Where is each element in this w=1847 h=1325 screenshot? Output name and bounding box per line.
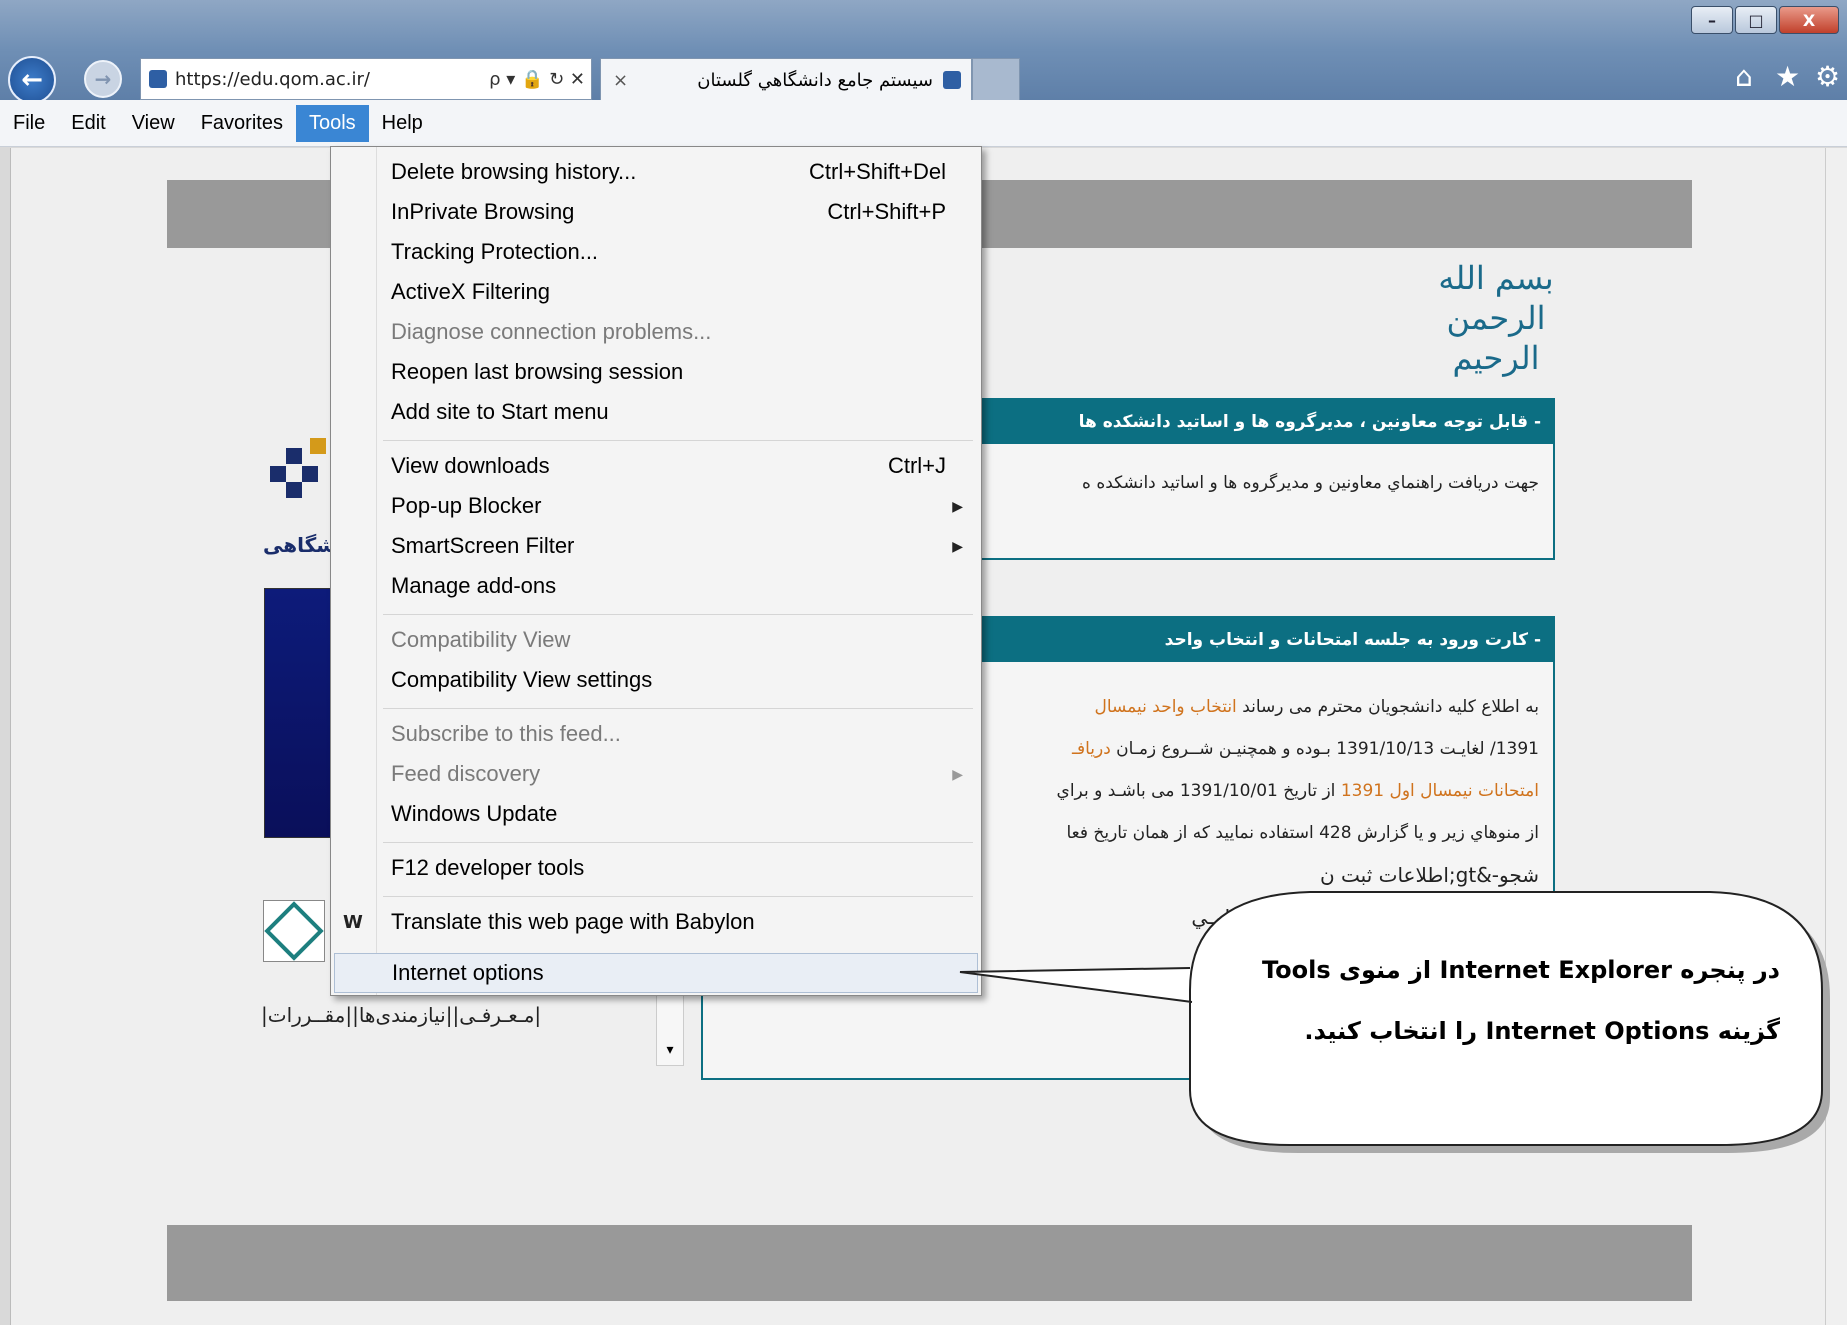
menu-separator xyxy=(383,440,973,441)
menu-separator xyxy=(383,614,973,615)
callout-text-line-2: گزینه Internet Options را انتخاب کنید. xyxy=(1304,1017,1780,1045)
line2-highlight[interactable]: دريافـ xyxy=(1072,739,1111,759)
menu-tools[interactable]: Tools xyxy=(295,104,369,142)
line2-text: 1391/ لغايـت 1391/10/13 بـوده و همچنيـن … xyxy=(1110,739,1539,759)
gear-icon[interactable]: ⚙ xyxy=(1815,60,1840,93)
menu-item-subscribe-feed: Subscribe to this feed... xyxy=(391,721,621,746)
submenu-arrow-icon: ▶ xyxy=(952,765,963,782)
line3-text: از تاريخ 1391/10/01 می باشـد و براي xyxy=(1056,781,1341,801)
forward-button[interactable]: → xyxy=(84,60,122,98)
favorites-star-icon[interactable]: ★ xyxy=(1775,60,1800,93)
menu-item-compatibility-settings[interactable]: Compatibility View settings xyxy=(331,661,981,699)
menu-bar: File Edit View Favorites Tools Help xyxy=(0,100,1847,147)
minimize-button[interactable]: – xyxy=(1691,6,1733,34)
menu-separator xyxy=(383,896,973,897)
menu-file[interactable]: File xyxy=(0,105,58,142)
close-window-button[interactable]: X xyxy=(1779,6,1839,34)
window-controls: – □ X xyxy=(1691,6,1839,34)
logo-text: شگاهی xyxy=(263,533,336,557)
menu-item-diagnose: Diagnose connection problems... xyxy=(391,319,712,344)
tab-active[interactable]: سيستم جامع دانشگاهي گلستان × xyxy=(600,58,972,101)
bismillah-calligraphy: بسم الله الرحمن الرحيم xyxy=(1438,259,1554,377)
menu-item-popup-blocker[interactable]: Pop-up Blocker ▶ xyxy=(331,487,981,525)
menu-item-add-start-menu[interactable]: Add site to Start menu xyxy=(331,393,981,431)
babylon-icon: W xyxy=(343,911,363,933)
menu-item-windows-update[interactable]: Windows Update xyxy=(331,795,981,833)
menu-help[interactable]: Help xyxy=(369,105,436,142)
menu-item-inprivate[interactable]: InPrivate Browsing Ctrl+Shift+P xyxy=(331,193,981,231)
new-tab-button[interactable] xyxy=(972,58,1020,101)
browser-titlebar: – □ X ← → https://edu.qom.ac.ir/ ρ ▾ 🔒 ↻… xyxy=(0,0,1847,104)
inner-scrollbar[interactable]: ▾ xyxy=(656,994,684,1066)
menu-item-view-downloads[interactable]: View downloads Ctrl+J xyxy=(331,447,981,485)
footer-band xyxy=(167,1225,1692,1301)
home-icon[interactable]: ⌂ xyxy=(1735,60,1753,93)
nav-links[interactable]: |مـعـرفـی||نیازمندی‌ها||مقــررات| xyxy=(261,1003,561,1027)
tab-favicon-icon xyxy=(943,71,961,89)
menu-item-smartscreen[interactable]: SmartScreen Filter ▶ xyxy=(331,527,981,565)
menu-item-feed-discovery: Feed discovery ▶ xyxy=(391,761,963,786)
address-url[interactable]: https://edu.qom.ac.ir/ xyxy=(175,69,489,90)
menu-separator xyxy=(383,842,973,843)
golestan-icon xyxy=(263,900,325,962)
callout-text-line-1: در پنجره Internet Explorer از منوی Tools xyxy=(1261,956,1780,984)
line3-highlight[interactable]: امتحانات نيمسال اول 1391 xyxy=(1341,781,1539,801)
menu-item-tracking-protection[interactable]: Tracking Protection... xyxy=(331,233,981,271)
back-button[interactable]: ← xyxy=(8,56,56,104)
back-arrow-icon: ← xyxy=(21,65,43,95)
tab-title: سيستم جامع دانشگاهي گلستان xyxy=(697,69,933,91)
line1-text: به اطلاع کليه دانشجويان محترم می رساند xyxy=(1236,697,1539,717)
tools-menu: Delete browsing history... Ctrl+Shift+Del… xyxy=(330,146,982,996)
tab-close-icon[interactable]: × xyxy=(613,70,628,91)
menu-item-compatibility-view: Compatibility View xyxy=(391,627,571,652)
menu-item-activex-filtering[interactable]: ActiveX Filtering xyxy=(331,273,981,311)
menu-edit[interactable]: Edit xyxy=(58,105,118,142)
line1-highlight[interactable]: انتخاب واحد نيمسال xyxy=(1094,697,1236,717)
menu-item-babylon-translate[interactable]: W Translate this web page with Babylon xyxy=(331,903,981,941)
page-scrollbar[interactable] xyxy=(1825,148,1847,1325)
site-favicon-icon xyxy=(149,70,167,88)
menu-view[interactable]: View xyxy=(119,105,188,142)
address-tools[interactable]: ρ ▾ 🔒 ↻ ✕ xyxy=(489,69,585,90)
address-bar[interactable]: https://edu.qom.ac.ir/ ρ ▾ 🔒 ↻ ✕ xyxy=(140,58,592,100)
forward-arrow-icon: → xyxy=(94,67,112,91)
menu-item-internet-options[interactable]: Internet options xyxy=(334,953,978,993)
menu-separator xyxy=(383,708,973,709)
menu-item-f12-tools[interactable]: F12 developer tools xyxy=(331,849,981,887)
university-logo xyxy=(266,438,326,498)
maximize-button[interactable]: □ xyxy=(1735,6,1777,34)
submenu-arrow-icon: ▶ xyxy=(952,497,963,514)
submenu-arrow-icon: ▶ xyxy=(952,537,963,554)
menu-item-delete-history[interactable]: Delete browsing history... Ctrl+Shift+Del xyxy=(331,153,981,191)
menu-item-reopen-session[interactable]: Reopen last browsing session xyxy=(331,353,981,391)
menu-item-manage-addons[interactable]: Manage add-ons xyxy=(331,567,981,605)
menu-favorites[interactable]: Favorites xyxy=(188,105,296,142)
